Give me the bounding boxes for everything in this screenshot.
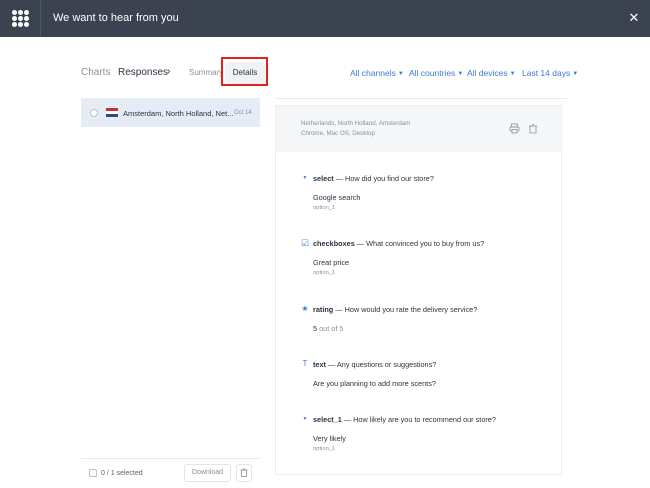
field-name: rating [313,305,334,314]
answer-value: option_1 [313,205,336,211]
chevron-down-icon: ▼ [457,71,464,77]
checkbox-icon: ☑ [301,238,310,248]
close-icon[interactable]: ✕ [626,10,642,26]
answer-value: option_1 [313,270,336,276]
filter-countries[interactable]: All countries ▼ [409,68,463,78]
select-caret-icon: ▼ [302,175,308,181]
response-location: Amsterdam, North Holland, Net... [123,109,234,118]
survey-title: We want to hear from you [53,12,179,24]
answer-value: option_1 [313,446,336,452]
question-text: — How likely are you to recommend our st… [341,415,496,424]
row-checkbox[interactable] [90,109,98,117]
filter-channels[interactable]: All channels ▼ [350,68,404,78]
detail-header: Netherlands, North Holland, Amsterdam Ch… [276,106,561,152]
field-name: select_1 [313,415,342,424]
detail-location: Netherlands, North Holland, Amsterdam [301,120,411,127]
response-list-item[interactable]: Amsterdam, North Holland, Net... Oct 14 [81,99,260,127]
highlight-box [221,57,268,86]
filter-channels-label: All channels [350,68,396,78]
tab-responses[interactable]: Responses [118,67,168,78]
filter-countries-label: All countries [409,68,456,78]
print-icon[interactable] [509,123,520,134]
select-caret-icon: ▼ [302,416,308,422]
question-text: — How did you find our store? [333,174,434,183]
detail-device: Chrome, Mac OS, Desktop [301,130,375,137]
rating-scale: out of 5 [317,324,344,333]
netherlands-flag-icon [106,108,118,117]
answer-text: Very likely [313,434,346,443]
detail-divider [275,98,567,99]
chevron-down-icon: ▼ [509,71,516,77]
star-icon: ★ [301,304,309,313]
top-bar: We want to hear from you ✕ [0,0,650,37]
text-icon: T [302,359,308,368]
question-title: select — How did you find our store? [313,174,434,183]
question-text: — How would you rate the delivery servic… [333,305,478,314]
answer-text: Are you planning to add more scents? [313,379,436,388]
trash-icon [240,468,248,477]
field-name: text [313,360,326,369]
filter-date-range[interactable]: Last 14 days ▼ [522,68,578,78]
app-logo-icon [12,10,29,27]
chevron-down-icon: ▼ [572,71,579,77]
filter-date-label: Last 14 days [522,68,571,78]
question-text: — What convinced you to buy from us? [354,239,485,248]
answer-text: 5 out of 5 [313,324,343,333]
chevron-right-icon: › [167,66,171,77]
topbar-divider [40,0,41,37]
answer-text: Google search [313,193,361,202]
question-title: rating — How would you rate the delivery… [313,305,477,314]
chevron-down-icon: ▼ [397,71,404,77]
filter-devices-label: All devices [467,68,508,78]
question-text: — Any questions or suggestions? [325,360,437,369]
question-title: checkboxes — What convinced you to buy f… [313,239,484,248]
trash-icon[interactable] [528,123,538,134]
response-detail-card: Netherlands, North Holland, Amsterdam Ch… [275,105,562,475]
response-date: Oct 14 [234,110,252,116]
field-name: select [313,174,334,183]
question-title: text — Any questions or suggestions? [313,360,436,369]
filter-devices[interactable]: All devices ▼ [467,68,516,78]
question-title: select_1 — How likely are you to recomme… [313,415,496,424]
answer-text: Great price [313,258,350,267]
tab-charts[interactable]: Charts [81,67,110,78]
download-button[interactable]: Download [184,464,231,482]
field-name: checkboxes [313,239,355,248]
selection-count: 0 / 1 selected [101,470,143,477]
tab-summary[interactable]: Summary [189,68,223,77]
delete-selected-button[interactable] [236,464,252,482]
footer-divider [81,458,260,459]
select-all-checkbox[interactable] [89,469,97,477]
